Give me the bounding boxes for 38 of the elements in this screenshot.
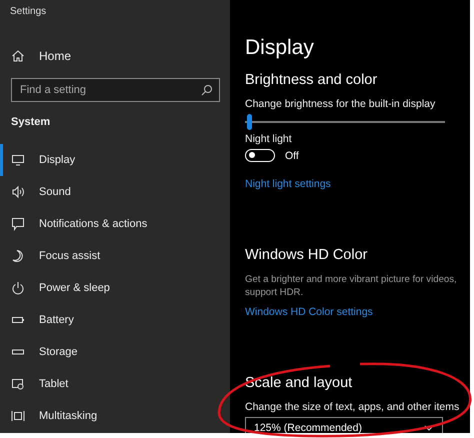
display-icon bbox=[11, 153, 25, 167]
section-heading: Brightness and color bbox=[245, 72, 378, 88]
home-icon bbox=[11, 49, 25, 63]
sidebar-item[interactable]: Power & sleep bbox=[0, 272, 230, 304]
home-nav-item[interactable]: Home bbox=[0, 49, 230, 63]
slider-thumb[interactable] bbox=[247, 114, 252, 130]
toggle-label: Night light bbox=[245, 133, 293, 145]
notifications-icon bbox=[11, 217, 25, 231]
sidebar-item[interactable]: Storage bbox=[0, 336, 230, 368]
power-icon bbox=[11, 281, 25, 295]
sidebar-item[interactable]: Multitasking bbox=[0, 400, 230, 432]
scale-dropdown[interactable]: 125% (Recommended) bbox=[245, 416, 443, 433]
slider-label: Change brightness for the built-in display bbox=[245, 98, 436, 110]
sidebar-item[interactable]: Notifications & actions bbox=[0, 208, 230, 240]
toggle-state: Off bbox=[285, 150, 299, 162]
section-heading: System bbox=[10, 116, 52, 128]
dropdown-label: Change the size of text, apps, and other items bbox=[245, 400, 460, 413]
multitasking-icon bbox=[11, 409, 25, 423]
moon-icon bbox=[11, 249, 25, 263]
description-text: support HDR. bbox=[245, 286, 304, 300]
sidebar-item[interactable]: Battery bbox=[0, 304, 230, 336]
sidebar-item[interactable]: Sound bbox=[0, 176, 230, 208]
sound-icon bbox=[11, 185, 25, 199]
settings-link[interactable]: Windows HD Color settings bbox=[245, 306, 373, 318]
sidebar-item[interactable]: Focus assist bbox=[0, 240, 230, 272]
page-title: Display bbox=[245, 36, 315, 60]
toggle-switch[interactable] bbox=[245, 149, 275, 162]
tablet-icon bbox=[11, 377, 25, 391]
search-icon bbox=[201, 84, 213, 96]
chevron-down-icon bbox=[424, 424, 434, 431]
sidebar-item[interactable]: Tablet bbox=[0, 368, 230, 400]
sidebar-item[interactable]: Display bbox=[0, 144, 230, 176]
section-heading: Windows HD Color bbox=[245, 247, 368, 263]
settings-link[interactable]: Night light settings bbox=[245, 178, 331, 190]
search-field[interactable]: Find a setting bbox=[11, 78, 220, 102]
window-title: Settings bbox=[9, 5, 48, 19]
description-text: Get a brighter and more vibrant picture for videos, bbox=[245, 273, 458, 286]
section-heading: Scale and layout bbox=[245, 374, 354, 391]
